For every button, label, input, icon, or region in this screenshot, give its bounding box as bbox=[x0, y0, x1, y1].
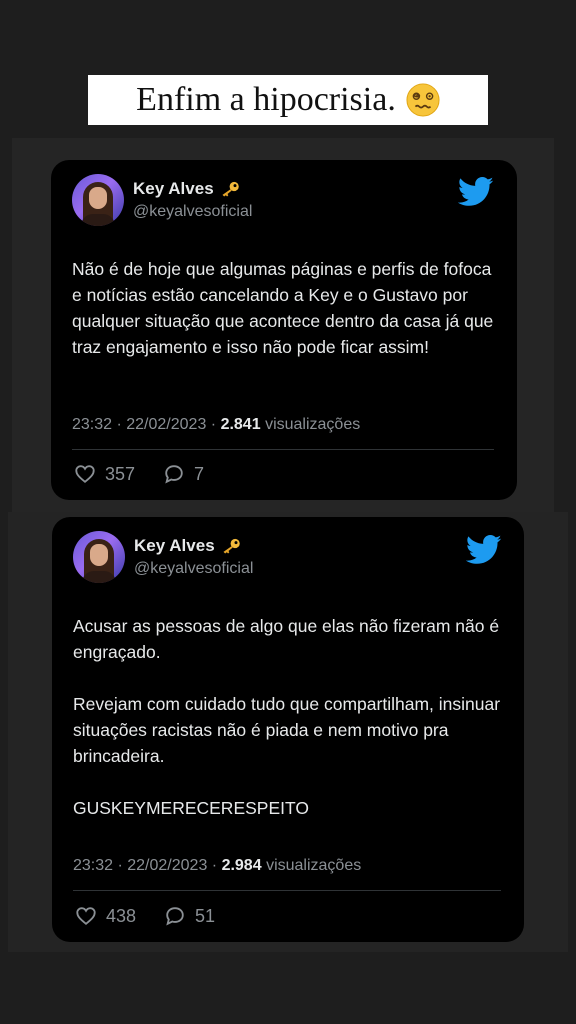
twitter-bird-icon[interactable] bbox=[466, 535, 502, 565]
tweet-actions: 357 7 bbox=[74, 463, 232, 485]
divider bbox=[73, 890, 501, 891]
views-label: visualizações bbox=[266, 857, 362, 874]
tweet-timestamp[interactable]: 23:32 · 22/02/2023 · bbox=[72, 416, 221, 433]
woozy-face-icon bbox=[406, 83, 440, 117]
author-name[interactable]: Key Alves bbox=[133, 179, 214, 199]
like-count: 438 bbox=[106, 905, 137, 926]
heart-icon bbox=[76, 907, 96, 925]
reply-bubble-icon bbox=[165, 465, 183, 484]
tweet-paragraph: Não é de hoje que algumas páginas e perf… bbox=[72, 259, 494, 357]
story-caption: Enfim a hipocrisia. bbox=[88, 75, 488, 125]
tweet-card-2[interactable]: Key Alves @keyalvesoficial Acusar as pes… bbox=[52, 517, 524, 942]
tweet-paragraph: Acusar as pessoas de algo que elas não f… bbox=[73, 616, 500, 662]
divider bbox=[72, 449, 494, 450]
heart-icon bbox=[75, 465, 95, 483]
like-button[interactable]: 357 bbox=[74, 463, 135, 485]
caption-text: Enfim a hipocrisia. bbox=[136, 81, 396, 118]
tweet-actions: 438 51 bbox=[75, 905, 243, 927]
key-icon bbox=[222, 181, 239, 197]
reply-count: 51 bbox=[195, 905, 216, 926]
like-count: 357 bbox=[105, 463, 136, 484]
avatar[interactable] bbox=[73, 531, 125, 583]
twitter-bird-icon[interactable] bbox=[458, 177, 494, 207]
author-handle[interactable]: @keyalvesoficial bbox=[133, 203, 252, 221]
tweet-text: Acusar as pessoas de algo que elas não f… bbox=[73, 613, 513, 821]
tweet-text: Não é de hoje que algumas páginas e perf… bbox=[72, 256, 502, 360]
tweet-meta: 23:32 · 22/02/2023 · 2.984 visualizações bbox=[73, 857, 361, 875]
reply-count: 7 bbox=[194, 463, 205, 484]
tweet-paragraph: GUSKEYMERECERESPEITO bbox=[73, 798, 309, 818]
avatar[interactable] bbox=[72, 174, 124, 226]
reply-button[interactable]: 51 bbox=[164, 905, 215, 927]
like-button[interactable]: 438 bbox=[75, 905, 136, 927]
tweet-paragraph: Revejam com cuidado tudo que compartilha… bbox=[73, 694, 501, 766]
views-count: 2.841 bbox=[220, 416, 261, 433]
key-icon bbox=[223, 538, 240, 554]
tweet-meta: 23:32 · 22/02/2023 · 2.841 visualizações bbox=[72, 416, 360, 434]
tweet-card-1[interactable]: Key Alves @keyalvesoficial Não é de hoje… bbox=[51, 160, 517, 500]
reply-bubble-icon bbox=[166, 907, 184, 926]
views-count: 2.984 bbox=[221, 857, 262, 874]
views-label: visualizações bbox=[265, 416, 361, 433]
tweet-timestamp[interactable]: 23:32 · 22/02/2023 · bbox=[73, 857, 222, 874]
reply-button[interactable]: 7 bbox=[163, 463, 204, 485]
author-handle[interactable]: @keyalvesoficial bbox=[134, 560, 253, 578]
author-name[interactable]: Key Alves bbox=[134, 536, 215, 556]
